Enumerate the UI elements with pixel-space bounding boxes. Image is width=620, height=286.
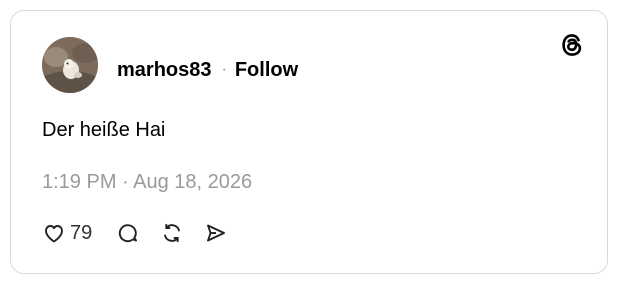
post-timestamp[interactable]: 1:19 PM · Aug 18, 2026 [42,171,252,194]
like-count: 79 [70,221,93,244]
username-link[interactable]: marhos83 [117,59,212,82]
comment-icon [116,221,140,245]
repost-icon [160,221,184,245]
send-icon [204,221,228,245]
post-text: Der heiße Hai [42,119,166,141]
action-bar: 79 [42,219,228,247]
avatar-image [42,37,98,93]
post-header: marhos83 · Follow [117,56,298,84]
reply-button[interactable] [116,221,140,245]
heart-icon [42,221,66,245]
share-button[interactable] [204,221,228,245]
header-separator: · [221,61,227,78]
post-card: marhos83 · Follow Der heiße Hai 1:19 PM … [10,10,608,274]
repost-button[interactable] [160,221,184,245]
follow-button[interactable]: Follow [235,59,298,82]
threads-logo-icon[interactable] [559,32,585,58]
avatar[interactable] [42,37,98,93]
like-button[interactable]: 79 [42,221,92,245]
